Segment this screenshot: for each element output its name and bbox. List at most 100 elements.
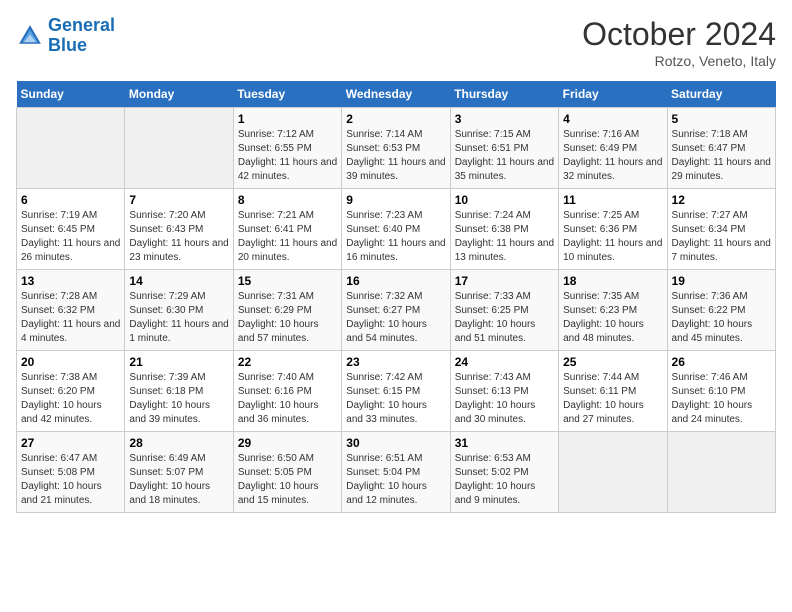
- day-number: 20: [21, 355, 120, 369]
- day-number: 16: [346, 274, 445, 288]
- day-number: 7: [129, 193, 228, 207]
- title-block: October 2024 Rotzo, Veneto, Italy: [582, 16, 776, 69]
- calendar-cell: 17 Sunrise: 7:33 AMSunset: 6:25 PMDayligh…: [450, 270, 558, 351]
- calendar-cell: 11Sunrise: 7:25 AMSunset: 6:36 PMDayligh…: [559, 189, 667, 270]
- calendar-cell: 27Sunrise: 6:47 AMSunset: 5:08 PMDayligh…: [17, 432, 125, 513]
- calendar-cell: 15 Sunrise: 7:31 AMSunset: 6:29 PMDayligh…: [233, 270, 341, 351]
- logo-text: General Blue: [48, 16, 115, 56]
- day-number: 31: [455, 436, 554, 450]
- logo-icon: [16, 22, 44, 50]
- day-info: Sunrise: 7:27 AMSunset: 6:34 PMDaylight:…: [672, 209, 771, 265]
- month-title: October 2024: [582, 16, 776, 53]
- day-info: Sunrise: 7:40 AMSunset: 6:16 PMDaylight:…: [238, 371, 337, 427]
- calendar-cell: [559, 432, 667, 513]
- day-info: Sunrise: 7:21 AMSunset: 6:41 PMDaylight:…: [238, 209, 337, 265]
- day-info: Sunrise: 7:28 AMSunset: 6:32 PMDaylight:…: [21, 290, 120, 346]
- day-number: 9: [346, 193, 445, 207]
- calendar-cell: 16Sunrise: 7:32 AMSunset: 6:27 PMDayligh…: [342, 270, 450, 351]
- day-info: Sunrise: 6:47 AMSunset: 5:08 PMDaylight:…: [21, 452, 120, 508]
- calendar-cell: 5 Sunrise: 7:18 AMSunset: 6:47 PMDaylight…: [667, 108, 775, 189]
- weekday-header-tuesday: Tuesday: [233, 81, 341, 108]
- day-number: 21: [129, 355, 228, 369]
- calendar-cell: 1Sunrise: 7:12 AMSunset: 6:55 PMDaylight…: [233, 108, 341, 189]
- weekday-header-thursday: Thursday: [450, 81, 558, 108]
- calendar-cell: 14Sunrise: 7:29 AMSunset: 6:30 PMDayligh…: [125, 270, 233, 351]
- calendar-cell: [17, 108, 125, 189]
- calendar-week-5: 27Sunrise: 6:47 AMSunset: 5:08 PMDayligh…: [17, 432, 776, 513]
- weekday-header-saturday: Saturday: [667, 81, 775, 108]
- day-info: Sunrise: 7:15 AMSunset: 6:51 PMDaylight:…: [455, 128, 554, 184]
- weekday-header-wednesday: Wednesday: [342, 81, 450, 108]
- day-number: 17: [455, 274, 554, 288]
- day-number: 23: [346, 355, 445, 369]
- day-number: 3: [455, 112, 554, 126]
- day-info: Sunrise: 7:18 AMSunset: 6:47 PMDaylight:…: [672, 128, 771, 184]
- day-number: 10: [455, 193, 554, 207]
- day-info: Sunrise: 7:43 AMSunset: 6:13 PMDaylight:…: [455, 371, 554, 427]
- day-number: 14: [129, 274, 228, 288]
- logo-blue: Blue: [48, 35, 87, 55]
- day-number: 2: [346, 112, 445, 126]
- calendar-cell: 19Sunrise: 7:36 AMSunset: 6:22 PMDayligh…: [667, 270, 775, 351]
- day-number: 26: [672, 355, 771, 369]
- calendar-cell: 26 Sunrise: 7:46 AMSunset: 6:10 PMDayligh…: [667, 351, 775, 432]
- day-number: 29: [238, 436, 337, 450]
- weekday-header-friday: Friday: [559, 81, 667, 108]
- day-number: 4: [563, 112, 662, 126]
- day-info: Sunrise: 7:39 AMSunset: 6:18 PMDaylight:…: [129, 371, 228, 427]
- weekday-header-row: SundayMondayTuesdayWednesdayThursdayFrid…: [17, 81, 776, 108]
- calendar-cell: 28 Sunrise: 6:49 AMSunset: 5:07 PMDayligh…: [125, 432, 233, 513]
- day-info: Sunrise: 6:50 AMSunset: 5:05 PMDaylight:…: [238, 452, 337, 508]
- day-number: 22: [238, 355, 337, 369]
- calendar-cell: 12 Sunrise: 7:27 AMSunset: 6:34 PMDayligh…: [667, 189, 775, 270]
- day-number: 25: [563, 355, 662, 369]
- day-info: Sunrise: 6:53 AMSunset: 5:02 PMDaylight:…: [455, 452, 554, 508]
- calendar-table: SundayMondayTuesdayWednesdayThursdayFrid…: [16, 81, 776, 513]
- calendar-cell: 22 Sunrise: 7:40 AMSunset: 6:16 PMDayligh…: [233, 351, 341, 432]
- day-info: Sunrise: 7:20 AMSunset: 6:43 PMDaylight:…: [129, 209, 228, 265]
- day-number: 28: [129, 436, 228, 450]
- day-info: Sunrise: 7:44 AMSunset: 6:11 PMDaylight:…: [563, 371, 662, 427]
- day-number: 8: [238, 193, 337, 207]
- calendar-cell: 30Sunrise: 6:51 AMSunset: 5:04 PMDayligh…: [342, 432, 450, 513]
- weekday-header-monday: Monday: [125, 81, 233, 108]
- calendar-cell: 9 Sunrise: 7:23 AMSunset: 6:40 PMDaylight…: [342, 189, 450, 270]
- calendar-cell: 29 Sunrise: 6:50 AMSunset: 5:05 PMDayligh…: [233, 432, 341, 513]
- calendar-cell: 21 Sunrise: 7:39 AMSunset: 6:18 PMDayligh…: [125, 351, 233, 432]
- day-info: Sunrise: 7:25 AMSunset: 6:36 PMDaylight:…: [563, 209, 662, 265]
- day-number: 12: [672, 193, 771, 207]
- calendar-cell: 3 Sunrise: 7:15 AMSunset: 6:51 PMDaylight…: [450, 108, 558, 189]
- day-info: Sunrise: 7:36 AMSunset: 6:22 PMDaylight:…: [672, 290, 771, 346]
- calendar-cell: 31 Sunrise: 6:53 AMSunset: 5:02 PMDayligh…: [450, 432, 558, 513]
- day-info: Sunrise: 7:23 AMSunset: 6:40 PMDaylight:…: [346, 209, 445, 265]
- day-number: 15: [238, 274, 337, 288]
- calendar-cell: 20 Sunrise: 7:38 AMSunset: 6:20 PMDayligh…: [17, 351, 125, 432]
- day-info: Sunrise: 7:42 AMSunset: 6:15 PMDaylight:…: [346, 371, 445, 427]
- calendar-week-2: 6Sunrise: 7:19 AMSunset: 6:45 PMDaylight…: [17, 189, 776, 270]
- day-info: Sunrise: 7:31 AMSunset: 6:29 PMDaylight:…: [238, 290, 337, 346]
- calendar-cell: [667, 432, 775, 513]
- day-info: Sunrise: 7:35 AMSunset: 6:23 PMDaylight:…: [563, 290, 662, 346]
- calendar-week-1: 1Sunrise: 7:12 AMSunset: 6:55 PMDaylight…: [17, 108, 776, 189]
- day-number: 18: [563, 274, 662, 288]
- calendar-cell: 8 Sunrise: 7:21 AMSunset: 6:41 PMDaylight…: [233, 189, 341, 270]
- day-number: 5: [672, 112, 771, 126]
- day-info: Sunrise: 7:38 AMSunset: 6:20 PMDaylight:…: [21, 371, 120, 427]
- calendar-week-3: 13Sunrise: 7:28 AMSunset: 6:32 PMDayligh…: [17, 270, 776, 351]
- day-number: 24: [455, 355, 554, 369]
- day-info: Sunrise: 6:49 AMSunset: 5:07 PMDaylight:…: [129, 452, 228, 508]
- day-info: Sunrise: 7:12 AMSunset: 6:55 PMDaylight:…: [238, 128, 337, 184]
- calendar-week-4: 20 Sunrise: 7:38 AMSunset: 6:20 PMDayligh…: [17, 351, 776, 432]
- day-info: Sunrise: 7:16 AMSunset: 6:49 PMDaylight:…: [563, 128, 662, 184]
- calendar-cell: 25 Sunrise: 7:44 AMSunset: 6:11 PMDayligh…: [559, 351, 667, 432]
- day-info: Sunrise: 7:14 AMSunset: 6:53 PMDaylight:…: [346, 128, 445, 184]
- logo-general: General: [48, 15, 115, 35]
- calendar-cell: 23 Sunrise: 7:42 AMSunset: 6:15 PMDayligh…: [342, 351, 450, 432]
- calendar-cell: 10Sunrise: 7:24 AMSunset: 6:38 PMDayligh…: [450, 189, 558, 270]
- day-info: Sunrise: 7:46 AMSunset: 6:10 PMDaylight:…: [672, 371, 771, 427]
- calendar-cell: 4 Sunrise: 7:16 AMSunset: 6:49 PMDaylight…: [559, 108, 667, 189]
- calendar-cell: 7 Sunrise: 7:20 AMSunset: 6:43 PMDaylight…: [125, 189, 233, 270]
- calendar-cell: 13Sunrise: 7:28 AMSunset: 6:32 PMDayligh…: [17, 270, 125, 351]
- logo: General Blue: [16, 16, 115, 56]
- day-info: Sunrise: 7:33 AMSunset: 6:25 PMDaylight:…: [455, 290, 554, 346]
